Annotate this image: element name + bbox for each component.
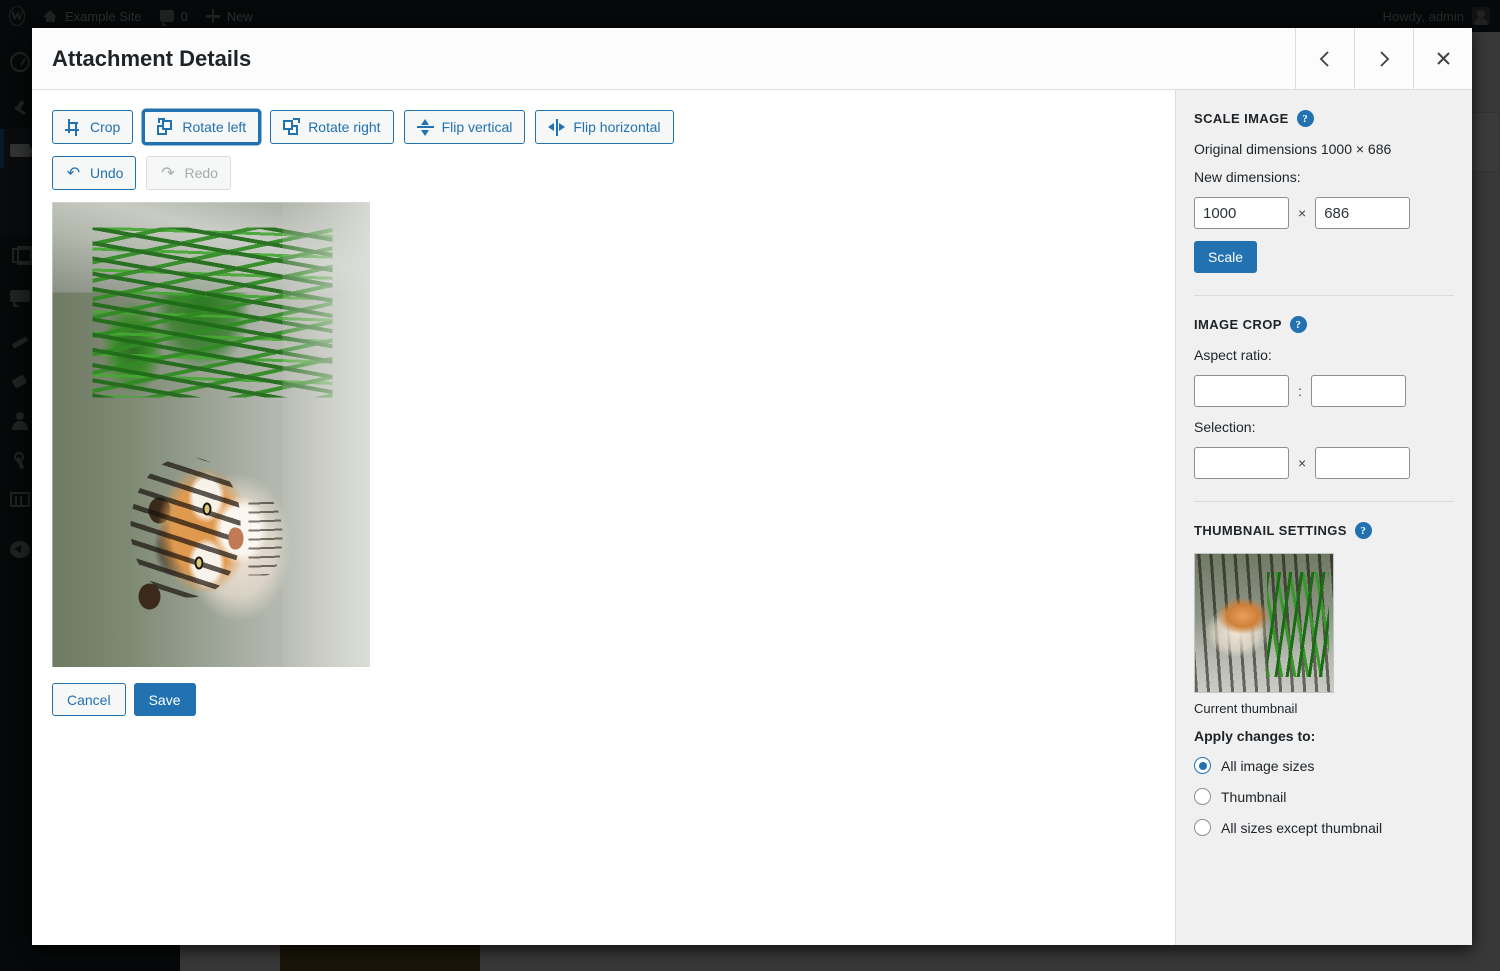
selection-separator: × — [1298, 455, 1307, 471]
new-dimensions-label: New dimensions: — [1194, 169, 1301, 185]
image-editor-pane: Crop Rotate left Rotate right Flip verti… — [32, 90, 1175, 945]
undo-icon: ↶ — [66, 164, 81, 182]
close-modal-button[interactable] — [1413, 28, 1472, 89]
flip-vertical-button-label: Flip vertical — [441, 119, 513, 135]
photo-tiger-nose — [228, 527, 243, 549]
crop-icon — [65, 118, 82, 136]
thumbnail-grass — [1267, 572, 1329, 677]
scale-dimensions-row: × — [1194, 197, 1454, 229]
rotate-right-icon — [283, 117, 301, 136]
rotate-right-button-label: Rotate right — [308, 119, 381, 135]
radio-all-except-thumbnail-indicator[interactable] — [1194, 819, 1211, 836]
image-settings-pane: SCALE IMAGE ? Original dimensions 1000 ×… — [1175, 90, 1472, 945]
redo-icon: ↷ — [161, 164, 175, 182]
selection-height-input[interactable] — [1315, 447, 1411, 479]
rotate-left-icon — [157, 117, 174, 136]
settings-divider-2 — [1194, 501, 1454, 502]
aspect-ratio-label: Aspect ratio: — [1194, 347, 1272, 363]
selection-label: Selection: — [1194, 419, 1256, 435]
rotate-left-button[interactable]: Rotate left — [143, 110, 261, 144]
radio-all-image-sizes-indicator[interactable] — [1194, 757, 1211, 774]
scale-width-input[interactable] — [1194, 197, 1289, 229]
apply-changes-label: Apply changes to: — [1194, 728, 1316, 744]
radio-option-thumbnail[interactable]: Thumbnail — [1194, 788, 1454, 805]
next-media-button[interactable] — [1354, 28, 1413, 89]
aspect-ratio-separator: : — [1298, 383, 1302, 399]
image-preview-canvas[interactable] — [52, 202, 370, 667]
page-title: Attachment Details — [52, 45, 252, 71]
screen: W Example Site 0 New Howdy, admin Dashbo… — [0, 0, 1500, 971]
redo-button[interactable]: ↷ Redo — [146, 156, 231, 190]
flip-horizontal-button-label: Flip horizontal — [573, 119, 661, 135]
flip-horizontal-icon — [548, 118, 566, 136]
image-crop-heading: IMAGE CROP ? — [1194, 316, 1454, 333]
selection-row: × — [1194, 447, 1454, 479]
photo-water — [282, 202, 370, 667]
photo-tiger-stripes — [130, 457, 240, 597]
crop-button[interactable]: Crop — [52, 110, 134, 144]
undo-button[interactable]: ↶ Undo — [52, 156, 137, 190]
current-thumbnail-caption: Current thumbnail — [1194, 701, 1298, 716]
modal-header: Attachment Details — [32, 28, 1472, 90]
radio-thumbnail-label: Thumbnail — [1221, 788, 1287, 805]
thumbnail-settings-heading-label: THUMBNAIL SETTINGS — [1194, 523, 1347, 538]
rotated-image-wrapper — [52, 202, 370, 667]
settings-divider-1 — [1194, 295, 1454, 296]
cancel-button[interactable]: Cancel — [52, 683, 126, 716]
radio-option-all-image-sizes[interactable]: All image sizes — [1194, 757, 1454, 774]
flip-vertical-icon — [416, 118, 434, 136]
original-dimensions-text: Original dimensions 1000 × 686 — [1194, 141, 1392, 157]
radio-all-image-sizes-label: All image sizes — [1221, 757, 1315, 774]
crop-button-label: Crop — [90, 119, 121, 135]
image-crop-heading-label: IMAGE CROP — [1194, 317, 1282, 332]
scale-separator: × — [1298, 205, 1307, 221]
radio-thumbnail-indicator[interactable] — [1194, 788, 1211, 805]
attachment-details-modal: Attachment Details Crop Rotate left Rota… — [32, 28, 1472, 945]
scale-height-input[interactable] — [1315, 197, 1411, 229]
previous-media-button[interactable] — [1295, 28, 1354, 89]
flip-horizontal-button[interactable]: Flip horizontal — [535, 110, 674, 144]
aspect-ratio-row: : — [1194, 375, 1454, 407]
tiger-photo — [52, 202, 370, 667]
undo-button-label: Undo — [90, 165, 124, 181]
radio-option-all-except-thumbnail[interactable]: All sizes except thumbnail — [1194, 819, 1454, 836]
editor-action-row: Cancel Save — [52, 683, 1155, 716]
scale-image-help-icon[interactable]: ? — [1296, 110, 1314, 127]
redo-button-label: Redo — [184, 165, 218, 181]
scale-button[interactable]: Scale — [1194, 241, 1258, 273]
aspect-ratio-width-input[interactable] — [1194, 375, 1289, 407]
modal-body: Crop Rotate left Rotate right Flip verti… — [32, 90, 1472, 945]
save-button[interactable]: Save — [133, 683, 196, 716]
scale-image-heading: SCALE IMAGE ? — [1194, 110, 1454, 127]
selection-width-input[interactable] — [1194, 447, 1289, 479]
radio-all-except-thumbnail-label: All sizes except thumbnail — [1221, 819, 1383, 836]
rotate-left-button-label: Rotate left — [182, 119, 247, 135]
aspect-ratio-height-input[interactable] — [1310, 375, 1406, 407]
photo-tiger-eye-right — [202, 502, 211, 515]
thumbnail-settings-heading: THUMBNAIL SETTINGS ? — [1194, 522, 1454, 539]
scale-image-heading-label: SCALE IMAGE — [1194, 111, 1289, 126]
flip-vertical-button[interactable]: Flip vertical — [403, 110, 526, 144]
thumbnail-settings-help-icon[interactable]: ? — [1354, 522, 1372, 539]
photo-tiger-eye-left — [194, 556, 203, 569]
image-crop-help-icon[interactable]: ? — [1289, 316, 1307, 333]
rotate-right-button[interactable]: Rotate right — [270, 110, 394, 144]
image-tools-row-2: ↶ Undo ↷ Redo — [52, 156, 1155, 190]
photo-tiger-whiskers — [248, 497, 282, 575]
image-tools-row-1: Crop Rotate left Rotate right Flip verti… — [52, 110, 1155, 144]
current-thumbnail-image — [1194, 553, 1334, 693]
